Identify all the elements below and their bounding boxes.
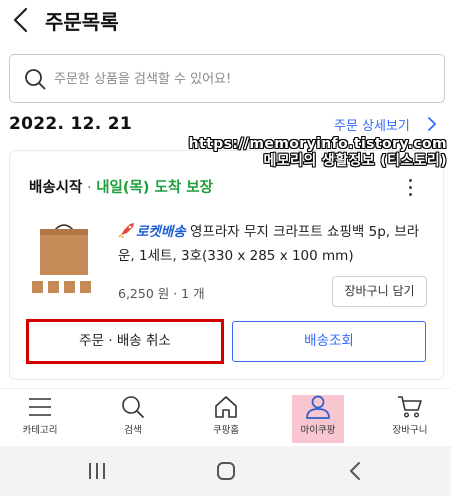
- cancel-order-button[interactable]: 주문 · 배송 취소: [28, 321, 222, 362]
- watermark: https://memoryinfo.tistory.com 메모리의 생활정보…: [189, 136, 447, 170]
- more-dot-icon: [408, 193, 412, 196]
- header: 주문목록: [0, 0, 451, 40]
- product-title[interactable]: 로켓배송 영프라자 무지 크라프트 쇼핑백 5p, 브라운, 1세트, 3호(3…: [118, 220, 430, 268]
- search-box[interactable]: [9, 54, 445, 103]
- nav-label: 쿠팡홈: [212, 425, 240, 436]
- nav-label: 검색: [124, 425, 142, 436]
- chevron-left-icon: [13, 7, 28, 33]
- nav-label: 카테고리: [22, 425, 58, 436]
- rocket-icon: [118, 223, 134, 238]
- search-input[interactable]: [54, 69, 434, 89]
- watermark-blog-name: 메모리의 생활정보 (티스토리): [263, 153, 447, 169]
- chevron-right-icon[interactable]: [426, 117, 438, 131]
- track-delivery-button[interactable]: 배송조회: [232, 321, 426, 362]
- bottom-nav: 카테고리 검색 쿠팡홈 마이쿠팡 장바구니: [0, 388, 451, 444]
- cart-icon: [398, 396, 422, 418]
- nav-my-coupang[interactable]: 마이쿠팡: [292, 395, 344, 443]
- nav-search[interactable]: 검색: [103, 395, 163, 443]
- status-separator: ·: [82, 180, 97, 196]
- nav-category[interactable]: 카테고리: [10, 395, 70, 443]
- page-title: 주문목록: [45, 10, 119, 34]
- add-to-cart-button[interactable]: 장바구니 담기: [332, 276, 427, 307]
- home-button-icon[interactable]: [213, 459, 239, 483]
- back-button[interactable]: [8, 6, 34, 34]
- more-options-button[interactable]: [403, 177, 417, 199]
- home-icon: [215, 396, 237, 418]
- order-card: 배송시작 · 내일(목) 도착 보장 로켓배송 영프라자 무지 크라프트 쇼핑백…: [9, 150, 444, 380]
- rocket-delivery-badge: 로켓배송: [136, 224, 186, 240]
- price-quantity: 6,250 원 · 1 개: [118, 286, 205, 301]
- product-thumbnail[interactable]: [28, 221, 100, 301]
- search-icon: [25, 69, 46, 90]
- nav-label: 장바구니: [392, 425, 428, 436]
- delivery-promise: 내일(목) 도착 보장: [96, 180, 213, 196]
- recent-apps-icon[interactable]: [84, 459, 110, 483]
- watermark-url: https://memoryinfo.tistory.com: [188, 136, 447, 152]
- user-icon: [306, 395, 330, 419]
- search-icon: [122, 396, 144, 418]
- more-dot-icon: [408, 179, 412, 182]
- order-date: 2022. 12. 21: [9, 114, 132, 134]
- back-nav-icon[interactable]: [343, 459, 369, 483]
- nav-cart[interactable]: 장바구니: [380, 395, 440, 443]
- delivery-status: 배송시작 · 내일(목) 도착 보장: [29, 176, 213, 197]
- status-label: 배송시작: [29, 180, 83, 196]
- order-detail-link[interactable]: 주문 상세보기: [334, 115, 410, 134]
- system-nav-bar: [0, 446, 451, 496]
- nav-home[interactable]: 쿠팡홈: [196, 395, 256, 443]
- nav-label: 마이쿠팡: [300, 425, 336, 436]
- more-dot-icon: [408, 186, 412, 189]
- menu-icon: [29, 398, 51, 416]
